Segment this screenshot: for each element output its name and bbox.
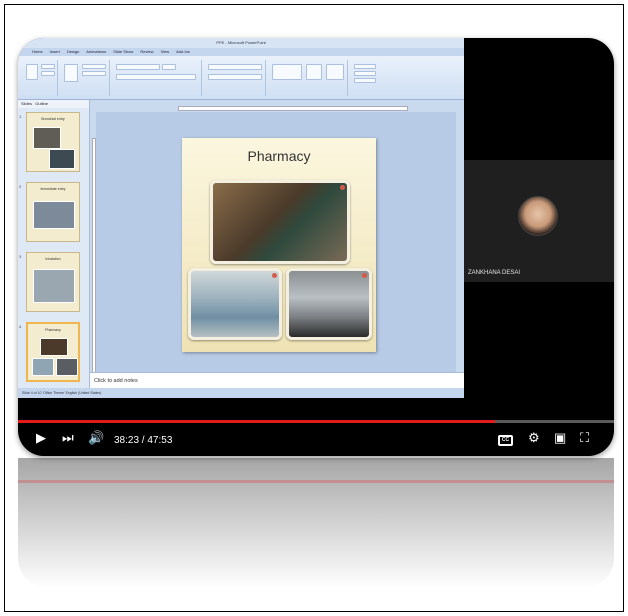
paste-button[interactable] (26, 64, 38, 80)
reflection-progress (18, 480, 614, 483)
slides-panel: Slides Outline 1 Bronchial entry 2 Immed… (18, 100, 90, 388)
copy-button[interactable] (41, 71, 55, 76)
time-display: 38:23 / 47:53 (114, 435, 173, 446)
photo-marker (362, 273, 367, 278)
window-title: PPE - Microsoft PowerPoint (18, 38, 464, 48)
slide-title: Pharmacy (247, 148, 311, 164)
thumbnail-photo (33, 269, 75, 303)
ribbon-group-clipboard (22, 60, 58, 96)
slide-number: 4 (19, 324, 22, 329)
tab-design[interactable]: Design (67, 49, 79, 54)
fullscreen-icon[interactable]: ⛶ (580, 430, 589, 446)
slide-number: 1 (19, 114, 22, 119)
font-select[interactable] (116, 64, 160, 70)
photo-marker (340, 185, 345, 190)
tab-review[interactable]: Review (140, 49, 153, 54)
slide-number: 3 (19, 254, 22, 259)
thumbnail-title: Pharmacy (45, 328, 61, 332)
slide-thumbnail-2[interactable]: Immediate entry (26, 182, 80, 242)
tab-add-ins[interactable]: Add-Ins (176, 49, 190, 54)
player-reflection (18, 458, 614, 588)
current-slide[interactable]: Pharmacy (182, 138, 376, 352)
thumbnail-title: Immediate entry (40, 187, 66, 191)
slide-photo-medicine-shelf (188, 268, 282, 340)
ribbon (18, 56, 464, 100)
player-controls: ▶ ⏭ 🔊 38:23 / 47:53 CC ⚙ ▣ ⛶ (18, 423, 614, 456)
align-buttons[interactable] (208, 74, 262, 80)
reset-button[interactable] (82, 71, 106, 76)
horizontal-ruler (178, 106, 408, 111)
volume-icon[interactable]: 🔊 (88, 430, 104, 446)
thumbnail-photo (33, 201, 75, 229)
tab-view[interactable]: View (161, 49, 170, 54)
thumbnail-photo (49, 149, 75, 169)
tab-outline[interactable]: Outline (35, 101, 48, 106)
tab-slides[interactable]: Slides (21, 101, 32, 106)
ribbon-group-font (112, 60, 202, 96)
list-buttons[interactable] (208, 64, 262, 70)
miniplayer-icon[interactable]: ▣ (554, 430, 566, 446)
status-bar: Slide 4 of 10 'Office Theme' English (Un… (18, 388, 464, 398)
ribbon-group-drawing (268, 60, 348, 96)
new-slide-button[interactable] (64, 64, 78, 82)
ribbon-group-editing (350, 60, 390, 96)
slide-photo-storage (286, 268, 372, 340)
captions-icon[interactable]: CC (498, 435, 513, 446)
shapes-gallery[interactable] (272, 64, 302, 80)
find-button[interactable] (354, 64, 376, 69)
thumbnail-photo (56, 358, 78, 376)
photo-marker (272, 273, 277, 278)
vertical-ruler (92, 138, 96, 378)
font-format-buttons[interactable] (116, 74, 196, 80)
layout-button[interactable] (82, 64, 106, 69)
tab-insert[interactable]: Insert (50, 49, 60, 54)
quick-styles-button[interactable] (326, 64, 344, 80)
powerpoint-window: PPE - Microsoft PowerPoint Home Insert D… (18, 38, 464, 398)
ribbon-group-paragraph (204, 60, 266, 96)
select-button[interactable] (354, 78, 376, 83)
replace-button[interactable] (354, 71, 376, 76)
tab-slide-show[interactable]: Slide Show (113, 49, 133, 54)
slide-thumbnail-3[interactable]: Inhalation (26, 252, 80, 312)
tab-animations[interactable]: Animations (86, 49, 106, 54)
tab-home[interactable]: Home (32, 49, 43, 54)
thumbnail-photo (33, 127, 61, 149)
participant-tile: ZANKHANA DESAI (464, 160, 614, 282)
slide-thumbnail-4[interactable]: Pharmacy (26, 322, 80, 382)
participant-avatar (518, 196, 558, 236)
thumbnail-photo (40, 338, 68, 356)
ribbon-group-slides (60, 60, 110, 96)
slide-number: 2 (19, 184, 22, 189)
video-player[interactable]: PPE - Microsoft PowerPoint Home Insert D… (18, 38, 614, 456)
participant-name: ZANKHANA DESAI (468, 270, 521, 276)
slides-panel-tabs: Slides Outline (18, 100, 89, 108)
reflection-controls (18, 458, 614, 480)
notes-field[interactable]: Click to add notes (90, 372, 464, 388)
slide-thumbnail-1[interactable]: Bronchial entry (26, 112, 80, 172)
arrange-button[interactable] (306, 64, 322, 80)
next-icon[interactable]: ⏭ (62, 430, 74, 446)
cut-button[interactable] (41, 64, 55, 69)
font-size-select[interactable] (162, 64, 176, 70)
play-icon[interactable]: ▶ (36, 430, 46, 446)
ribbon-tabs: Home Insert Design Animations Slide Show… (18, 48, 464, 56)
thumbnail-title: Inhalation (45, 257, 61, 261)
thumbnail-title: Bronchial entry (41, 117, 65, 121)
thumbnail-photo (32, 358, 54, 376)
settings-icon[interactable]: ⚙ (528, 430, 540, 446)
slide-photo-pharmacy-entrance (210, 180, 350, 264)
